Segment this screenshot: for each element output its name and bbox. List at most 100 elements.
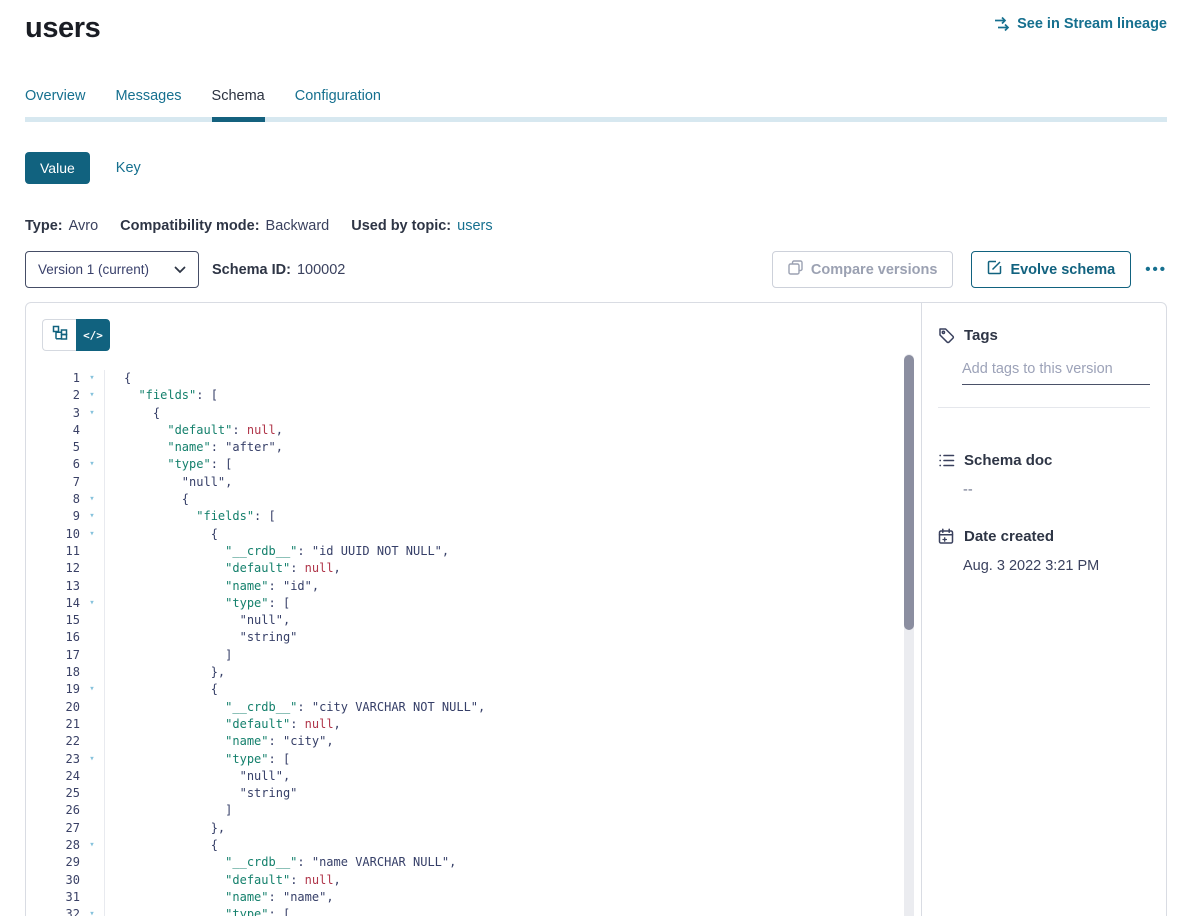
fold-gutter <box>80 854 104 871</box>
value-key-toggle: Value Key <box>25 152 1189 184</box>
edit-schema-icon <box>987 260 1002 279</box>
type-value: Avro <box>69 218 99 234</box>
add-tags-input[interactable] <box>962 361 1150 385</box>
line-number: 13 <box>42 578 80 595</box>
code-text: ] <box>104 647 921 664</box>
schema-page: users See in Stream lineage Overview Mess… <box>0 0 1189 916</box>
fold-arrow-icon[interactable]: ▾ <box>80 387 104 404</box>
fold-gutter <box>80 439 104 456</box>
tab-schema[interactable]: Schema <box>212 88 265 122</box>
line-number: 1 <box>42 370 80 387</box>
line-number: 6 <box>42 456 80 473</box>
code-line: 25 "string" <box>42 785 921 802</box>
code-line: 11 "__crdb__": "id UUID NOT NULL", <box>42 543 921 560</box>
line-number: 17 <box>42 647 80 664</box>
schema-code-editor[interactable]: 1▾{2▾ "fields": [3▾ {4 "default": null,5… <box>42 370 921 916</box>
version-select[interactable]: Version 1 (current) <box>25 251 199 288</box>
code-line: 22 "name": "city", <box>42 733 921 750</box>
line-number: 15 <box>42 612 80 629</box>
schema-meta-row: Type: Avro Compatibility mode: Backward … <box>25 218 1189 234</box>
line-number: 25 <box>42 785 80 802</box>
fold-arrow-icon[interactable]: ▾ <box>80 405 104 422</box>
code-line: 31 "name": "name", <box>42 889 921 906</box>
schema-sidebar: Tags Schema doc <box>921 303 1166 916</box>
code-line: 4 "default": null, <box>42 422 921 439</box>
code-text: }, <box>104 664 921 681</box>
fold-arrow-icon[interactable]: ▾ <box>80 370 104 387</box>
fold-arrow-icon[interactable]: ▾ <box>80 491 104 508</box>
fold-gutter <box>80 629 104 646</box>
line-number: 12 <box>42 560 80 577</box>
fold-gutter <box>80 474 104 491</box>
topic-link[interactable]: users <box>457 218 492 234</box>
compatibility-label: Compatibility mode: <box>120 218 259 234</box>
calendar-icon <box>938 528 955 545</box>
tree-view-button[interactable] <box>42 319 76 351</box>
sidebar-divider <box>938 407 1150 408</box>
code-line: 12 "default": null, <box>42 560 921 577</box>
editor-view-toggle: </> <box>42 319 921 351</box>
editor-scrollbar[interactable] <box>904 354 914 916</box>
stream-lineage-label: See in Stream lineage <box>1017 16 1167 32</box>
fold-arrow-icon[interactable]: ▾ <box>80 456 104 473</box>
date-created-heading: Date created <box>964 528 1054 545</box>
date-created-section: Date created Aug. 3 2022 3:21 PM <box>938 528 1150 574</box>
code-line: 7 "null", <box>42 474 921 491</box>
code-text: "fields": [ <box>104 387 921 404</box>
code-text: "default": null, <box>104 716 921 733</box>
code-text: "type": [ <box>104 595 921 612</box>
fold-gutter <box>80 733 104 750</box>
code-text: "__crdb__": "id UUID NOT NULL", <box>104 543 921 560</box>
line-number: 5 <box>42 439 80 456</box>
code-text: "type": [ <box>104 751 921 768</box>
tab-messages[interactable]: Messages <box>115 88 181 122</box>
code-line: 18 }, <box>42 664 921 681</box>
code-line: 32▾ "type": [ <box>42 906 921 916</box>
code-view-button[interactable]: </> <box>76 319 110 351</box>
code-text: "default": null, <box>104 872 921 889</box>
compare-versions-button[interactable]: Compare versions <box>772 251 954 288</box>
schema-doc-heading: Schema doc <box>964 452 1052 469</box>
evolve-schema-button[interactable]: Evolve schema <box>971 251 1131 288</box>
code-line: 30 "default": null, <box>42 872 921 889</box>
chevron-down-icon <box>174 262 186 277</box>
more-options-button[interactable]: ••• <box>1145 261 1167 278</box>
fold-gutter <box>80 716 104 733</box>
fold-arrow-icon[interactable]: ▾ <box>80 681 104 698</box>
fold-arrow-icon[interactable]: ▾ <box>80 837 104 854</box>
schema-doc-section: Schema doc -- <box>938 452 1150 498</box>
code-line: 19▾ { <box>42 681 921 698</box>
line-number: 27 <box>42 820 80 837</box>
value-toggle-button[interactable]: Value <box>25 152 90 184</box>
tab-bar: Overview Messages Schema Configuration <box>25 88 1167 122</box>
code-text: "name": "city", <box>104 733 921 750</box>
code-text: { <box>104 370 921 387</box>
fold-arrow-icon[interactable]: ▾ <box>80 526 104 543</box>
fold-gutter <box>80 785 104 802</box>
line-number: 3 <box>42 405 80 422</box>
fold-gutter <box>80 560 104 577</box>
fold-gutter <box>80 768 104 785</box>
tree-view-icon <box>52 325 68 346</box>
fold-arrow-icon[interactable]: ▾ <box>80 508 104 525</box>
code-view-icon: </> <box>83 329 103 342</box>
code-line: 24 "null", <box>42 768 921 785</box>
code-text: { <box>104 405 921 422</box>
fold-arrow-icon[interactable]: ▾ <box>80 595 104 612</box>
code-line: 3▾ { <box>42 405 921 422</box>
tab-overview[interactable]: Overview <box>25 88 85 122</box>
fold-arrow-icon[interactable]: ▾ <box>80 906 104 916</box>
fold-arrow-icon[interactable]: ▾ <box>80 751 104 768</box>
page-header: users See in Stream lineage <box>0 0 1189 44</box>
line-number: 29 <box>42 854 80 871</box>
key-toggle-button[interactable]: Key <box>116 160 141 176</box>
tab-configuration[interactable]: Configuration <box>295 88 381 122</box>
code-text: { <box>104 837 921 854</box>
date-created-value: Aug. 3 2022 3:21 PM <box>963 558 1150 574</box>
schema-doc-value: -- <box>963 482 1150 498</box>
list-icon <box>938 452 955 469</box>
editor-scrollbar-thumb[interactable] <box>904 355 914 630</box>
line-number: 20 <box>42 699 80 716</box>
stream-lineage-link[interactable]: See in Stream lineage <box>993 16 1167 32</box>
line-number: 4 <box>42 422 80 439</box>
